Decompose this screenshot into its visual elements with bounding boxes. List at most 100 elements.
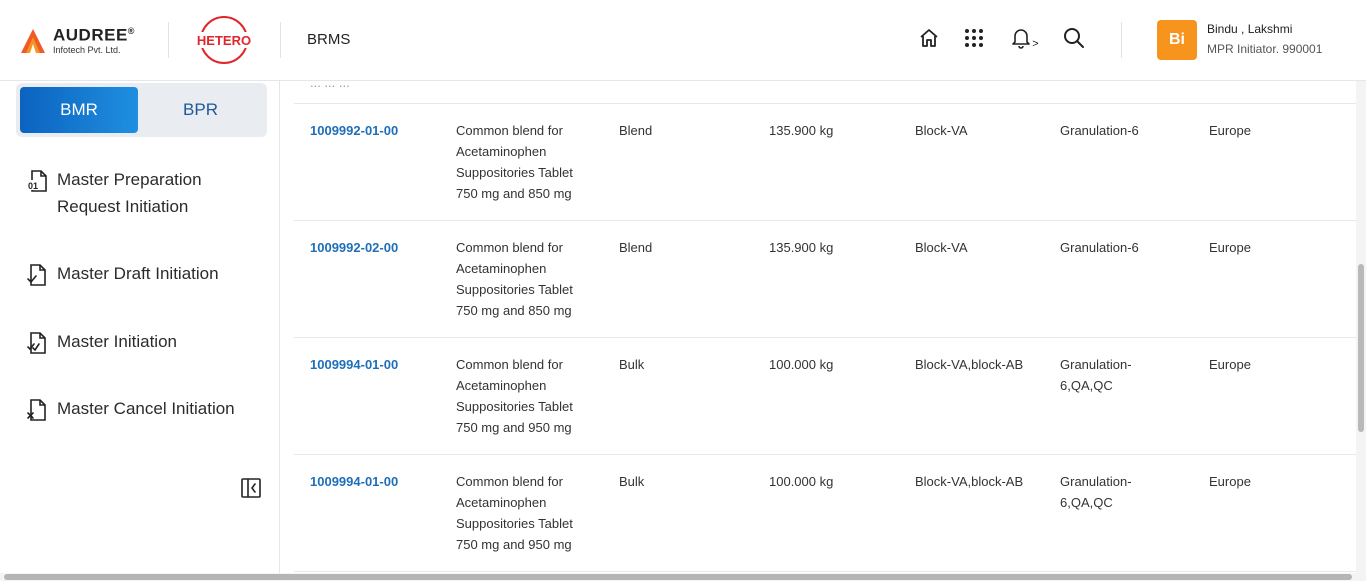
nav-master-cancel-initiation[interactable]: Master Cancel Initiation (26, 398, 235, 422)
material-code-link[interactable]: 1009992-02-00 (310, 237, 398, 258)
quantity-cell: 135.900 kg (769, 123, 834, 138)
header-divider (280, 22, 281, 58)
horizontal-scrollbar[interactable] (0, 573, 1366, 581)
block-cell: Block-VA,block-AB (915, 357, 1024, 372)
quantity-cell: 100.000 kg (769, 474, 834, 489)
market-cell: Europe (1209, 123, 1251, 138)
area-line: Granulation- (1060, 474, 1132, 489)
description-line: Common blend for (456, 240, 563, 255)
audree-logo[interactable]: AUDREE® Infotech Pvt. Ltd. (20, 22, 135, 58)
registered-mark: ® (127, 26, 135, 36)
tab-bmr[interactable]: BMR (20, 87, 138, 133)
quantity-cell: 135.900 kg (769, 240, 834, 255)
description-line: Common blend for (456, 474, 563, 489)
area-cell: Granulation-6 (1060, 237, 1139, 258)
brand-name: AUDREE (53, 25, 128, 45)
table-row: 1009994-01-00 Common blend for Acetamino… (294, 455, 1356, 572)
quantity-cell: 100.000 kg (769, 357, 834, 372)
type-cell: Bulk (619, 474, 645, 489)
description-line: 750 mg and 850 mg (456, 303, 572, 318)
market-cell: Europe (1209, 474, 1251, 489)
apps-grid-icon[interactable] (961, 25, 987, 51)
type-cell: Bulk (619, 357, 645, 372)
document-check-icon (27, 264, 46, 286)
tab-bpr[interactable]: BPR (138, 87, 263, 133)
nav-master-preparation-request-initiation[interactable]: 01 Master Preparation Request Initiation (26, 169, 202, 220)
vertical-scroll-thumb[interactable] (1358, 264, 1364, 432)
nav-label: Master Initiation (57, 332, 177, 351)
user-role: MPR Initiator. 990001 (1207, 42, 1323, 56)
description-line: Acetaminophen (456, 495, 547, 510)
notifications-button[interactable]: > (1007, 25, 1043, 51)
table-row: 1009992-02-00 Common blend for Acetamino… (294, 221, 1356, 338)
block-cell: Block-VA (915, 123, 968, 138)
horizontal-scroll-thumb[interactable] (4, 574, 1352, 580)
material-code-link[interactable]: 1009992-01-00 (310, 120, 398, 141)
area-line: Granulation- (1060, 357, 1132, 372)
header-divider (1121, 22, 1122, 58)
document-double-check-icon (27, 332, 46, 354)
description-cell: Common blend for Acetaminophen Supposito… (456, 120, 573, 204)
description-line: Common blend for (456, 123, 563, 138)
svg-text:01: 01 (28, 181, 38, 191)
bmr-bpr-toggle: BMR BPR (16, 83, 267, 137)
block-cell: Block-VA,block-AB (915, 474, 1024, 489)
search-icon[interactable] (1061, 25, 1087, 51)
audree-logo-icon (20, 28, 46, 54)
document-cancel-icon (27, 399, 46, 421)
material-code-link[interactable]: 1009994-01-00 (310, 354, 398, 375)
description-cell: Common blend for Acetaminophen Supposito… (456, 354, 573, 438)
area-line: Granulation-6 (1060, 240, 1139, 255)
nav-label: Master Draft Initiation (57, 264, 219, 283)
area-line: Granulation-6 (1060, 123, 1139, 138)
document-01-icon: 01 (27, 170, 47, 192)
nav-label: Master Cancel Initiation (57, 399, 235, 418)
area-cell: Granulation-6 (1060, 120, 1139, 141)
table-row-partial: ... ... ... (294, 81, 1356, 104)
hetero-logo-text: HETERO (197, 33, 251, 48)
vertical-scrollbar[interactable] (1356, 81, 1366, 573)
description-line: Common blend for (456, 357, 563, 372)
collapse-sidebar-icon[interactable] (240, 477, 262, 499)
area-line: 6,QA,QC (1060, 378, 1113, 393)
description-line: Suppositories Tablet (456, 399, 573, 414)
description-line: Suppositories Tablet (456, 516, 573, 531)
table-row: 1009992-01-00 Common blend for Acetamino… (294, 104, 1356, 221)
app-name: BRMS (307, 31, 351, 48)
brand-subtitle: Infotech Pvt. Ltd. (53, 44, 121, 55)
header-divider (168, 22, 169, 58)
user-name[interactable]: Bindu , Lakshmi (1207, 22, 1292, 36)
area-line: 6,QA,QC (1060, 495, 1113, 510)
description-line: Suppositories Tablet (456, 282, 573, 297)
top-header: AUDREE® Infotech Pvt. Ltd. HETERO BRMS > (0, 0, 1366, 81)
nav-master-initiation[interactable]: Master Initiation (26, 331, 177, 355)
description-line: Suppositories Tablet (456, 165, 573, 180)
table-row: 1009994-01-00 Common blend for Acetamino… (294, 338, 1356, 455)
description-line: 750 mg and 850 mg (456, 186, 572, 201)
description-line: Acetaminophen (456, 144, 547, 159)
sidebar: BMR BPR 01 Master Preparation Request In… (0, 81, 280, 581)
type-cell: Blend (619, 123, 653, 138)
nav-master-draft-initiation[interactable]: Master Draft Initiation (26, 263, 219, 287)
user-avatar[interactable]: Bi (1157, 20, 1197, 60)
notification-chevron: > (1032, 38, 1039, 50)
nav-label: Master Preparation (57, 170, 202, 189)
block-cell: Block-VA (915, 240, 968, 255)
home-icon[interactable] (916, 25, 942, 51)
description-line: 750 mg and 950 mg (456, 420, 572, 435)
market-cell: Europe (1209, 240, 1251, 255)
type-cell: Blend (619, 240, 653, 255)
description-cell: Common blend for Acetaminophen Supposito… (456, 237, 573, 321)
area-cell: Granulation- 6,QA,QC (1060, 471, 1132, 513)
material-code-link[interactable]: 1009994-01-00 (310, 471, 398, 492)
description-line: 750 mg and 950 mg (456, 537, 572, 552)
description-line: Acetaminophen (456, 378, 547, 393)
material-table: ... ... ... 1009992-01-00 Common blend f… (294, 81, 1356, 573)
nav-label: Request Initiation (57, 197, 189, 216)
partial-row-text: ... ... ... (310, 81, 350, 90)
description-line: Acetaminophen (456, 261, 547, 276)
description-cell: Common blend for Acetaminophen Supposito… (456, 471, 573, 555)
area-cell: Granulation- 6,QA,QC (1060, 354, 1132, 396)
market-cell: Europe (1209, 357, 1251, 372)
bell-icon (1012, 29, 1031, 49)
